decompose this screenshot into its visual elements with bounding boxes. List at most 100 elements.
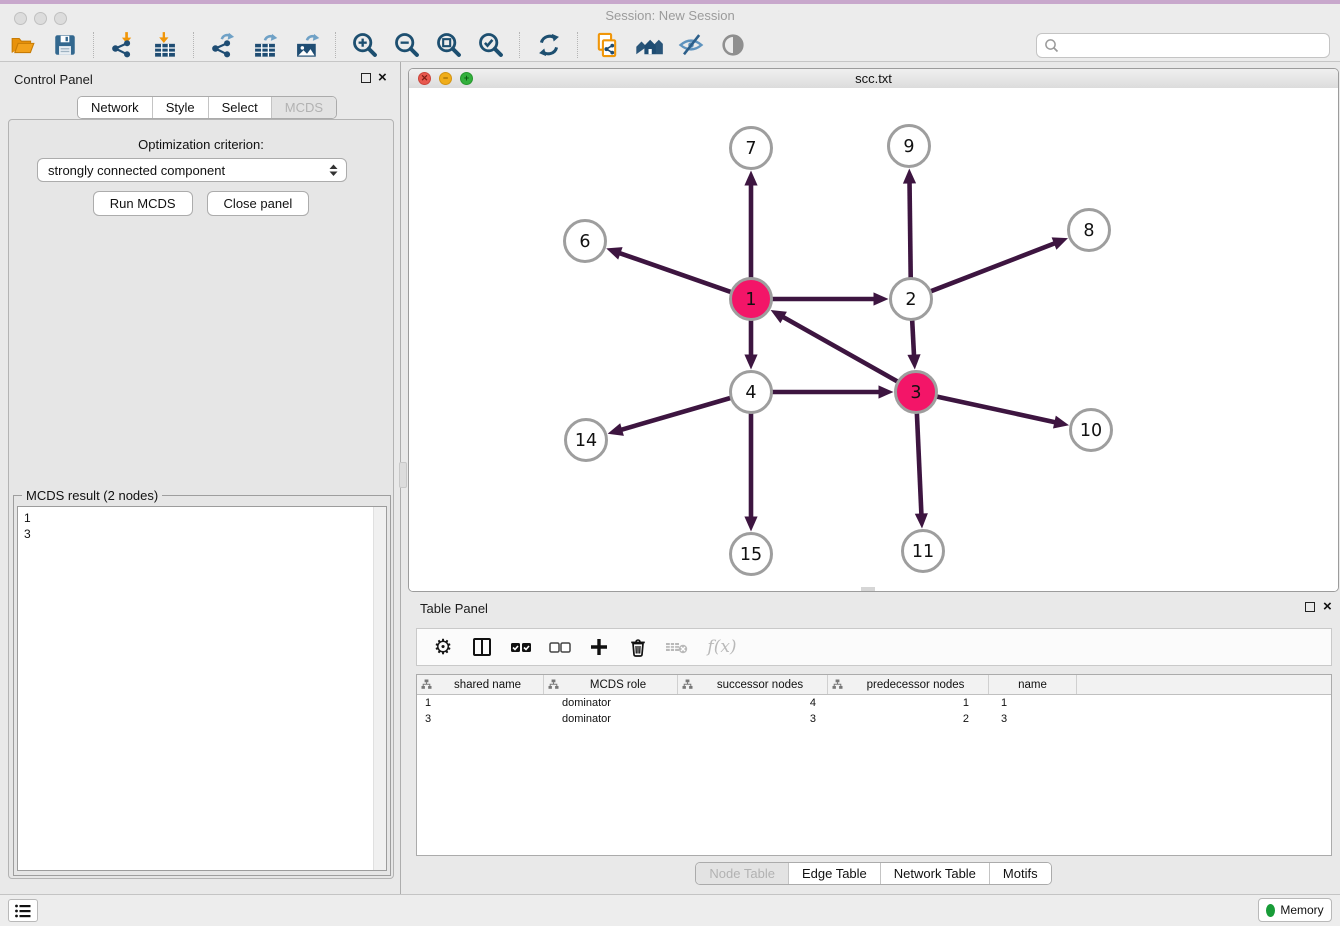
table-body: 1dominator4113dominator323 [417, 695, 1331, 727]
mcds-panel: Optimization criterion: strongly connect… [8, 119, 394, 879]
chevron-updown-icon [324, 164, 342, 177]
memory-button[interactable]: Memory [1258, 898, 1332, 922]
table-header-row: shared nameMCDS rolesuccessor nodesprede… [417, 675, 1331, 695]
first-neighbors-icon[interactable] [634, 31, 664, 59]
mcds-result-group: MCDS result (2 nodes) 1 3 [13, 495, 391, 876]
table-tabs: Node TableEdge TableNetwork TableMotifs [695, 862, 1051, 885]
list-icon [14, 903, 32, 919]
toolbar-divider [93, 32, 95, 58]
edge-arrowhead [874, 292, 889, 305]
float-table-panel-icon[interactable] [1305, 602, 1315, 612]
memory-status-icon [1266, 904, 1275, 917]
export-network-icon[interactable] [208, 31, 238, 59]
task-history-button[interactable] [8, 899, 38, 922]
horizontal-splitter[interactable] [861, 587, 875, 591]
graphics-details-icon[interactable] [718, 31, 748, 59]
unselect-all-columns-icon[interactable] [547, 634, 573, 660]
edge-arrowhead [1052, 237, 1068, 249]
network-graph[interactable]: 1234678910111415 [409, 88, 1338, 591]
main-toolbar [0, 28, 1340, 62]
run-mcds-button[interactable]: Run MCDS [93, 191, 193, 216]
mcds-result-textarea[interactable]: 1 3 [17, 506, 387, 871]
export-table-icon[interactable] [250, 31, 280, 59]
function-builder-icon[interactable]: f(x) [703, 634, 741, 660]
toolbar-divider [335, 32, 337, 58]
node-table[interactable]: shared nameMCDS rolesuccessor nodesprede… [416, 674, 1332, 856]
delete-table-icon[interactable] [664, 634, 690, 660]
graph-edge-3-1[interactable] [781, 316, 897, 382]
cell-shared-name: 3 [417, 713, 544, 725]
edge-arrowhead [915, 513, 928, 528]
edge-arrowhead [907, 354, 920, 369]
graph-edge-2-8[interactable] [931, 243, 1057, 292]
column-header-name[interactable]: name [989, 675, 1077, 694]
float-panel-icon[interactable] [361, 73, 371, 83]
graph-edge-1-6[interactable] [618, 252, 731, 292]
hide-selected-icon[interactable] [676, 31, 706, 59]
graph-edge-3-11[interactable] [917, 414, 922, 517]
select-all-columns-icon[interactable] [508, 634, 534, 660]
titlebar: Session: New Session [0, 4, 1340, 28]
search-box[interactable] [1036, 33, 1330, 58]
zoom-out-icon[interactable] [392, 31, 422, 59]
column-header-shared-name[interactable]: shared name [417, 675, 544, 694]
toolbar-divider [193, 32, 195, 58]
tab-style[interactable]: Style [153, 97, 209, 118]
zoom-fit-icon[interactable] [434, 31, 464, 59]
column-header-MCDS-role[interactable]: MCDS role [544, 675, 678, 694]
graph-edge-4-14[interactable] [619, 398, 730, 430]
close-table-panel-icon[interactable]: × [1323, 602, 1332, 612]
tab-mcds[interactable]: MCDS [272, 97, 336, 118]
optimization-criterion-label: Optimization criterion: [9, 137, 393, 152]
node-label-7: 7 [745, 139, 756, 159]
edge-arrowhead [744, 171, 757, 186]
column-header-predecessor-nodes[interactable]: predecessor nodes [828, 675, 989, 694]
graph-edge-2-9[interactable] [910, 181, 911, 278]
tab-motifs[interactable]: Motifs [990, 863, 1051, 884]
zoom-selected-icon[interactable] [476, 31, 506, 59]
network-window-title: scc.txt [409, 71, 1338, 86]
show-columns-icon[interactable] [469, 634, 495, 660]
mcds-result-title: MCDS result (2 nodes) [22, 488, 162, 503]
tab-edge-table[interactable]: Edge Table [789, 863, 881, 884]
table-mode-gear-icon[interactable]: ⚙ [430, 634, 456, 660]
graph-edge-2-3[interactable] [912, 321, 914, 358]
close-panel-icon[interactable]: × [378, 73, 387, 83]
network-overview-icon[interactable] [592, 31, 622, 59]
close-panel-button[interactable]: Close panel [207, 191, 310, 216]
table-row[interactable]: 3dominator323 [417, 711, 1331, 727]
tab-network-table[interactable]: Network Table [881, 863, 990, 884]
cell-successor-nodes: 3 [678, 713, 828, 725]
network-canvas[interactable]: 1234678910111415 [409, 88, 1338, 591]
network-window-titlebar[interactable]: ✕ − + scc.txt [409, 69, 1338, 89]
search-input[interactable] [1063, 38, 1329, 54]
tab-network[interactable]: Network [78, 97, 153, 118]
node-label-8: 8 [1083, 221, 1094, 241]
cell-name: 3 [989, 713, 1077, 725]
tab-node-table[interactable]: Node Table [696, 863, 789, 884]
create-column-icon[interactable] [586, 634, 612, 660]
import-table-icon[interactable] [150, 31, 180, 59]
graph-edge-3-10[interactable] [937, 397, 1057, 423]
toolbar-divider [519, 32, 521, 58]
session-title: Session: New Session [0, 8, 1340, 23]
open-session-icon[interactable] [8, 31, 38, 59]
zoom-in-icon[interactable] [350, 31, 380, 59]
column-header-successor-nodes[interactable]: successor nodes [678, 675, 828, 694]
apply-layout-icon[interactable] [534, 31, 564, 59]
criterion-dropdown[interactable]: strongly connected component [37, 158, 347, 182]
table-row[interactable]: 1dominator411 [417, 695, 1331, 711]
export-image-icon[interactable] [292, 31, 322, 59]
tab-select[interactable]: Select [209, 97, 272, 118]
vertical-splitter[interactable] [399, 462, 407, 488]
delete-columns-trash-icon[interactable] [625, 634, 651, 660]
import-network-icon[interactable] [108, 31, 138, 59]
edge-arrowhead [1053, 416, 1069, 429]
result-scrollbar[interactable] [373, 507, 386, 870]
toolbar-divider [577, 32, 579, 58]
node-label-11: 11 [912, 542, 934, 562]
main-area: Control Panel × NetworkStyleSelectMCDS O… [0, 62, 1340, 894]
save-session-icon[interactable] [50, 31, 80, 59]
cell-predecessor-nodes: 2 [828, 713, 989, 725]
edge-arrowhead [606, 247, 622, 260]
